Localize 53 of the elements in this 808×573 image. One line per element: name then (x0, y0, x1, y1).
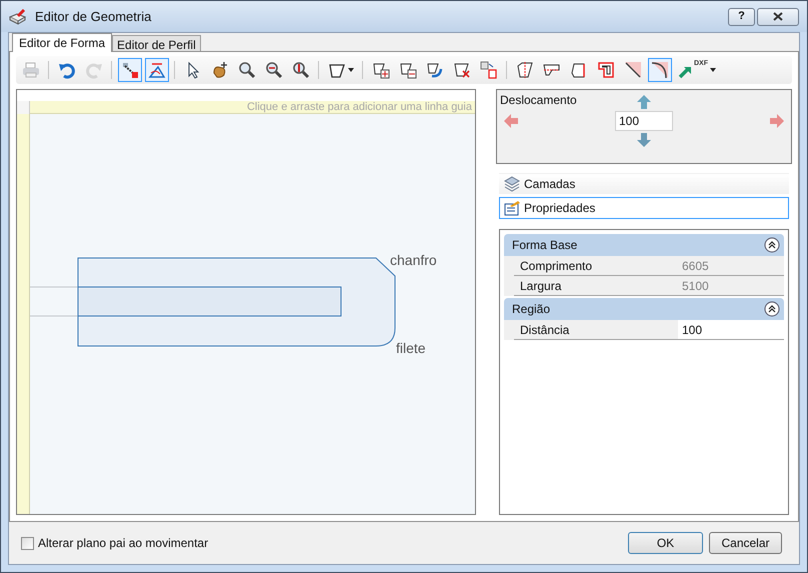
tab[interactable]: Editor de Forma (12, 33, 112, 52)
guide-hint: Clique e arraste para adicionar uma linha guia (246, 100, 472, 115)
chamfer-icon (624, 61, 642, 79)
redo-icon (85, 61, 103, 79)
pen-icon (121, 61, 139, 79)
offset-shape-icon (597, 61, 615, 79)
fillet-label: filete (396, 339, 426, 358)
property-name: Largura (519, 278, 562, 294)
layers-icon (504, 176, 520, 192)
zoom-icon (238, 61, 256, 79)
triangle-icon (148, 61, 166, 79)
panel-tab[interactable]: Camadas (499, 173, 789, 195)
ruler-corner (17, 101, 30, 114)
dialog-button[interactable]: Cancelar (709, 532, 782, 554)
arrow-down-icon[interactable] (637, 133, 651, 147)
properties-icon (504, 200, 520, 216)
shape-delete-icon (453, 61, 471, 79)
close-icon (773, 12, 783, 21)
zoom-fit-icon (292, 61, 310, 79)
checkbox-label: Alterar plano pai ao movimentar (38, 535, 208, 552)
property-value: 5100 (681, 278, 710, 294)
property-name: Distância (519, 322, 570, 338)
offset-field[interactable]: 100 (615, 111, 673, 131)
fillet-icon (651, 61, 669, 79)
category-header[interactable]: Forma Base (504, 234, 784, 256)
collapse-icon[interactable] (764, 301, 780, 317)
tab[interactable]: Editor de Perfil (112, 35, 201, 52)
toolbar-button[interactable] (648, 58, 672, 82)
shape-remove-icon (399, 61, 417, 79)
split-shape-icon (516, 61, 534, 79)
corner-shape-icon (570, 61, 588, 79)
undo-icon (58, 61, 76, 79)
property-value: 6605 (681, 258, 710, 274)
close-button[interactable] (757, 8, 799, 26)
chamfer-label: chanfro (390, 251, 437, 270)
panel-tab[interactable]: Propriedades (499, 197, 789, 219)
window-title: Editor de Geometria (35, 8, 152, 26)
category-title: Região (512, 301, 550, 318)
checkbox[interactable] (21, 536, 34, 550)
printer-icon (22, 61, 40, 79)
property-name: Comprimento (519, 258, 594, 274)
category-header[interactable]: Região (504, 298, 784, 320)
rotate-shape-icon (426, 61, 444, 79)
dialog-button[interactable]: OK (628, 532, 703, 554)
app-icon (9, 8, 27, 24)
offset-title: Deslocamento (500, 92, 577, 109)
help-button[interactable]: ? (728, 8, 755, 26)
property-value[interactable]: 100 (678, 320, 784, 339)
collapse-icon[interactable] (764, 237, 780, 253)
category-title: Forma Base (512, 237, 578, 254)
shape-add-icon (372, 61, 390, 79)
zoom-out-icon (265, 61, 283, 79)
squares-icon (480, 61, 498, 79)
